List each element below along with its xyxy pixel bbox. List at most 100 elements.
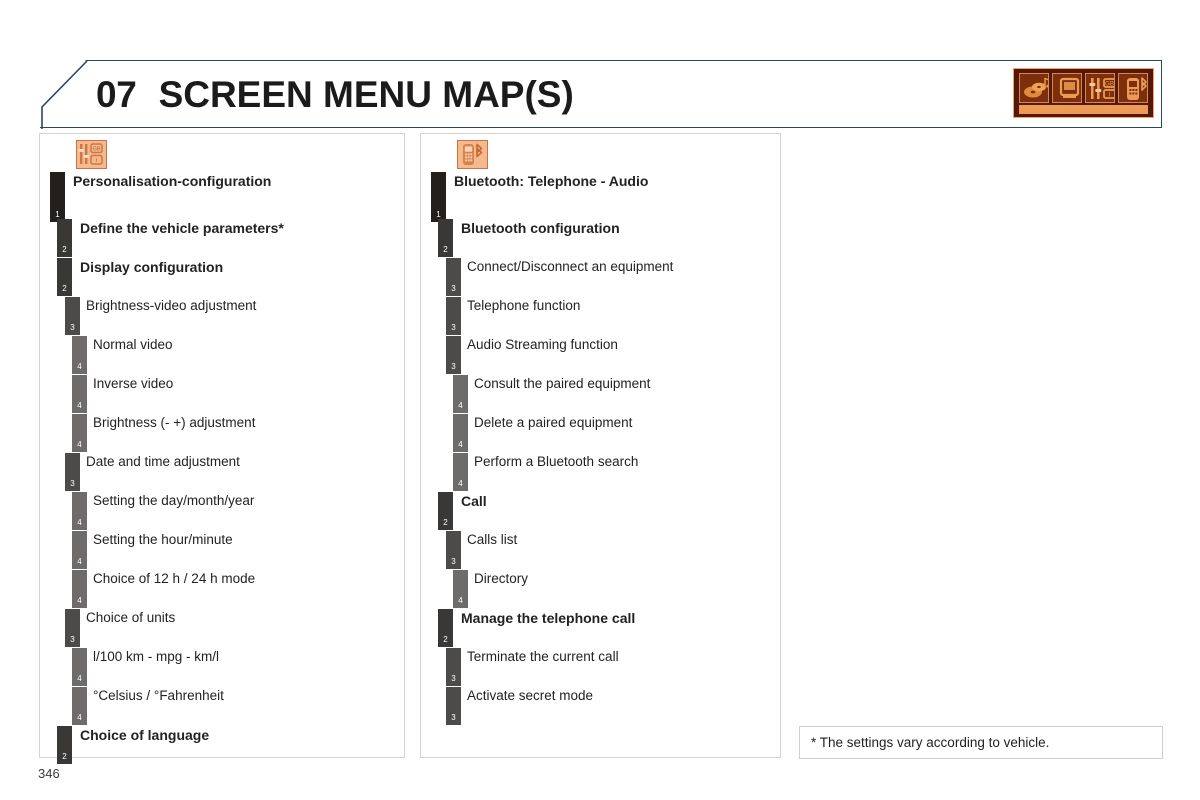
menu-row-label: Bluetooth: Telephone - Audio xyxy=(454,173,649,189)
menu-row-label: Telephone function xyxy=(467,298,581,313)
menu-row[interactable]: 2 Display configuration xyxy=(40,258,404,297)
menu-column-bluetooth: 1 Bluetooth: Telephone - Audio 2 Bluetoo… xyxy=(420,133,781,758)
level-marker-2: 2 xyxy=(57,219,72,257)
menu-row[interactable]: 3 Brightness-video adjustment xyxy=(40,297,404,336)
menu-row-label: Date and time adjustment xyxy=(86,454,240,469)
level-marker-4: 4 xyxy=(453,570,468,608)
menu-row-label: Terminate the current call xyxy=(467,649,619,664)
level-marker-1: 1 xyxy=(431,172,446,222)
menu-row-label: Setting the day/month/year xyxy=(93,493,255,508)
menu-row-label: Delete a paired equipment xyxy=(474,415,633,430)
menu-row[interactable]: 1 Bluetooth: Telephone - Audio xyxy=(421,172,780,222)
chapter-title: SCREEN MENU MAP(S) xyxy=(158,74,574,115)
menu-row[interactable]: 4 Perform a Bluetooth search xyxy=(421,453,780,492)
menu-row-label: Call xyxy=(461,493,487,509)
level-marker-3: 3 xyxy=(446,336,461,374)
level-marker-3: 3 xyxy=(446,297,461,335)
menu-row[interactable]: 3 Terminate the current call xyxy=(421,648,780,687)
level-marker-3: 3 xyxy=(446,531,461,569)
menu-row[interactable]: 2 Choice of language xyxy=(40,726,404,765)
menu-row[interactable]: 3 Date and time adjustment xyxy=(40,453,404,492)
menu-row-label: Setting the hour/minute xyxy=(93,532,233,547)
menu-row[interactable]: 4 Inverse video xyxy=(40,375,404,414)
menu-row[interactable]: 4 Brightness (- +) adjustment xyxy=(40,414,404,453)
menu-row[interactable]: 4 Normal video xyxy=(40,336,404,375)
menu-row[interactable]: 1 Personalisation-configuration xyxy=(40,172,404,222)
audio-cd-music-icon xyxy=(1019,73,1049,103)
menu-row[interactable]: 2 Call xyxy=(421,492,780,531)
level-marker-4: 4 xyxy=(72,648,87,686)
menu-row[interactable]: 3 Telephone function xyxy=(421,297,780,336)
menu-row-label: Audio Streaming function xyxy=(467,337,618,352)
telephone-bluetooth-icon xyxy=(457,140,488,169)
menu-row-label: Consult the paired equipment xyxy=(474,376,651,391)
menu-row-label: Choice of units xyxy=(86,610,176,625)
level-marker-2: 2 xyxy=(57,258,72,296)
chapter-icon-bar xyxy=(1019,105,1148,114)
chapter-number: 07 xyxy=(96,74,137,115)
level-marker-3: 3 xyxy=(65,297,80,335)
level-marker-4: 4 xyxy=(72,531,87,569)
level-marker-3: 3 xyxy=(65,609,80,647)
menu-row[interactable]: 3 Activate secret mode xyxy=(421,687,780,726)
menu-row[interactable]: 4 Setting the day/month/year xyxy=(40,492,404,531)
menu-row-label: Calls list xyxy=(467,532,518,547)
footnote-text: * The settings vary according to vehicle… xyxy=(811,735,1050,750)
personalisation-sliders-icon: GB I xyxy=(1085,73,1115,103)
level-marker-1: 1 xyxy=(50,172,65,222)
menu-row[interactable]: 4 Choice of 12 h / 24 h mode xyxy=(40,570,404,609)
menu-row[interactable]: 4 Consult the paired equipment xyxy=(421,375,780,414)
level-marker-4: 4 xyxy=(453,375,468,413)
menu-row[interactable]: 3 Choice of units xyxy=(40,609,404,648)
page-number: 346 xyxy=(38,766,60,781)
display-screen-icon xyxy=(1052,73,1082,103)
menu-row[interactable]: 4 Directory xyxy=(421,570,780,609)
menu-row[interactable]: 4 l/100 km - mpg - km/l xyxy=(40,648,404,687)
svg-text:I: I xyxy=(96,158,98,164)
chapter-icon-tiles: GB I xyxy=(1019,73,1148,103)
svg-text:GB: GB xyxy=(1105,81,1114,87)
menu-row-label: Personalisation-configuration xyxy=(73,173,272,189)
menu-row[interactable]: 4 Delete a paired equipment xyxy=(421,414,780,453)
menu-row[interactable]: 3 Connect/Disconnect an equipment xyxy=(421,258,780,297)
menu-row-label: Brightness-video adjustment xyxy=(86,298,257,313)
chapter-icon-strip: GB I xyxy=(1013,68,1154,118)
menu-row-label: Perform a Bluetooth search xyxy=(474,454,639,469)
level-marker-4: 4 xyxy=(72,414,87,452)
menu-row-label: Display configuration xyxy=(80,259,224,275)
level-marker-2: 2 xyxy=(438,219,453,257)
menu-row-label: Connect/Disconnect an equipment xyxy=(467,259,674,274)
page-title: 07 SCREEN MENU MAP(S) xyxy=(96,68,574,122)
telephone-bluetooth-icon xyxy=(1118,73,1148,103)
level-marker-4: 4 xyxy=(453,453,468,491)
menu-row[interactable]: 2 Manage the telephone call xyxy=(421,609,780,648)
level-marker-3: 3 xyxy=(65,453,80,491)
menu-row-label: Inverse video xyxy=(93,376,174,391)
svg-text:GB: GB xyxy=(92,147,100,153)
menu-row-label: Brightness (- +) adjustment xyxy=(93,415,256,430)
menu-row[interactable]: 3 Calls list xyxy=(421,531,780,570)
menu-row-label: Activate secret mode xyxy=(467,688,594,703)
menu-row[interactable]: 4 Setting the hour/minute xyxy=(40,531,404,570)
level-marker-2: 2 xyxy=(438,609,453,647)
menu-row-label: Choice of language xyxy=(80,727,210,743)
menu-row-label: °Celsius / °Fahrenheit xyxy=(93,688,224,703)
menu-tree-bluetooth: 1 Bluetooth: Telephone - Audio 2 Bluetoo… xyxy=(421,172,780,726)
menu-row-label: l/100 km - mpg - km/l xyxy=(93,649,220,664)
menu-row-label: Directory xyxy=(474,571,529,586)
level-marker-4: 4 xyxy=(453,414,468,452)
menu-row-label: Manage the telephone call xyxy=(461,610,636,626)
level-marker-3: 3 xyxy=(446,648,461,686)
menu-row[interactable]: 4 °Celsius / °Fahrenheit xyxy=(40,687,404,726)
personalisation-language-icon: GB I xyxy=(76,140,107,169)
menu-tree-personalisation: 1 Personalisation-configuration 2 Define… xyxy=(40,172,404,765)
level-marker-2: 2 xyxy=(438,492,453,530)
menu-row[interactable]: 3 Audio Streaming function xyxy=(421,336,780,375)
level-marker-4: 4 xyxy=(72,492,87,530)
level-marker-4: 4 xyxy=(72,375,87,413)
menu-row-label: Define the vehicle parameters* xyxy=(80,220,284,236)
menu-row[interactable]: 2 Define the vehicle parameters* xyxy=(40,219,404,258)
level-marker-4: 4 xyxy=(72,336,87,374)
level-marker-4: 4 xyxy=(72,687,87,725)
menu-row[interactable]: 2 Bluetooth configuration xyxy=(421,219,780,258)
